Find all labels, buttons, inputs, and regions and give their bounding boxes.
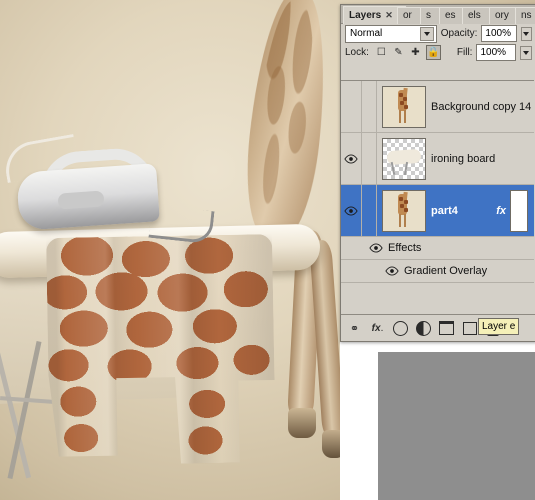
layer-name-2[interactable]: part4 [431, 205, 496, 217]
opacity-label: Opacity: [440, 28, 478, 39]
lock-buttons-group[interactable]: ☐ ✎ ✚ 🔒 [375, 45, 441, 60]
layer-fx-icon[interactable]: fx [496, 205, 506, 217]
fill-chevron-down-icon[interactable] [519, 45, 532, 60]
tab-layers-label: Layers [349, 10, 382, 21]
blend-mode-select[interactable]: Normal [345, 24, 437, 43]
layer-link-cell-0[interactable] [362, 81, 377, 132]
app-gray-area [378, 352, 535, 500]
eye-icon[interactable] [385, 266, 399, 276]
lock-image-pixels-icon[interactable]: ✎ [392, 46, 405, 59]
screenshot-root: Layers ✕ or s es els ory ns Normal Opaci… [0, 0, 535, 500]
panel-tab-bar[interactable]: Layers ✕ or s es els ory ns [341, 5, 535, 24]
tab-channels2-label: els [468, 10, 481, 21]
gradient-overlay-row[interactable]: Gradient Overlay [341, 260, 534, 283]
create-adjustment-layer-icon[interactable] [416, 320, 431, 336]
create-new-layer-icon[interactable] [462, 321, 477, 336]
eye-icon[interactable] [369, 243, 383, 253]
layer-mask-thumbnail[interactable] [510, 189, 528, 232]
close-icon[interactable]: ✕ [385, 10, 393, 20]
lock-position-icon[interactable]: ✚ [409, 46, 422, 59]
eye-icon[interactable] [344, 153, 358, 164]
layer-thumbnail-1[interactable] [382, 137, 426, 180]
effects-row[interactable]: Effects [341, 237, 534, 260]
layer-list[interactable]: Background copy 14 ironing board part4 f… [341, 80, 534, 315]
layer-thumbnail-0[interactable] [382, 85, 426, 128]
lock-all-icon[interactable]: 🔒 [425, 45, 441, 60]
add-layer-mask-icon[interactable] [393, 320, 408, 336]
tab-actions[interactable]: ns [515, 7, 535, 24]
lock-label: Lock: [345, 47, 369, 58]
opacity-input[interactable]: 100% [481, 25, 517, 42]
tab-channels-label: or [403, 10, 412, 21]
layer-link-cell-1[interactable] [362, 133, 377, 184]
layer-thumbnail-2[interactable] [382, 189, 426, 232]
create-group-icon[interactable] [439, 321, 454, 336]
effects-label: Effects [388, 242, 422, 254]
lock-transparent-pixels-icon[interactable]: ☐ [375, 46, 388, 59]
layer-visibility-toggle-2[interactable] [341, 185, 362, 236]
iron-cord-lower [148, 204, 215, 245]
chevron-down-icon[interactable] [419, 26, 434, 41]
layer-visibility-toggle-1[interactable] [341, 133, 362, 184]
blend-mode-value: Normal [350, 28, 383, 39]
layer-row-part4[interactable]: part4 fx [341, 185, 534, 237]
tooltip: Layer e [478, 318, 520, 335]
tab-styles-label: es [445, 10, 456, 21]
tab-actions-label: ns [521, 10, 532, 21]
blend-mode-row: Normal Opacity: 100% [341, 24, 535, 43]
gradient-overlay-label: Gradient Overlay [404, 265, 488, 277]
lock-row: Lock: ☐ ✎ ✚ 🔒 Fill: 100% [341, 43, 535, 62]
opacity-chevron-down-icon[interactable] [520, 26, 533, 41]
tab-history-label: ory [495, 10, 509, 21]
fill-label: Fill: [456, 47, 473, 58]
layer-name-1[interactable]: ironing board [431, 153, 534, 165]
eye-icon[interactable] [344, 205, 358, 216]
layer-link-cell-2[interactable] [362, 185, 377, 236]
layer-row-background-copy-14[interactable]: Background copy 14 [341, 81, 534, 133]
layer-name-0[interactable]: Background copy 14 [431, 101, 534, 113]
iron-knob [57, 190, 105, 210]
giraffe-hoof-left [288, 408, 316, 438]
fill-input[interactable]: 100% [476, 44, 516, 61]
layer-visibility-toggle-0[interactable] [341, 81, 362, 132]
app-white-strip [340, 340, 378, 500]
layer-row-ironing-board[interactable]: ironing board [341, 133, 534, 185]
layers-panel[interactable]: Layers ✕ or s es els ory ns Normal Opaci… [340, 4, 535, 342]
tab-paths-label: s [426, 10, 431, 21]
link-layers-icon[interactable]: ⚭ [347, 321, 362, 336]
add-layer-style-icon[interactable]: fx. [370, 321, 385, 336]
